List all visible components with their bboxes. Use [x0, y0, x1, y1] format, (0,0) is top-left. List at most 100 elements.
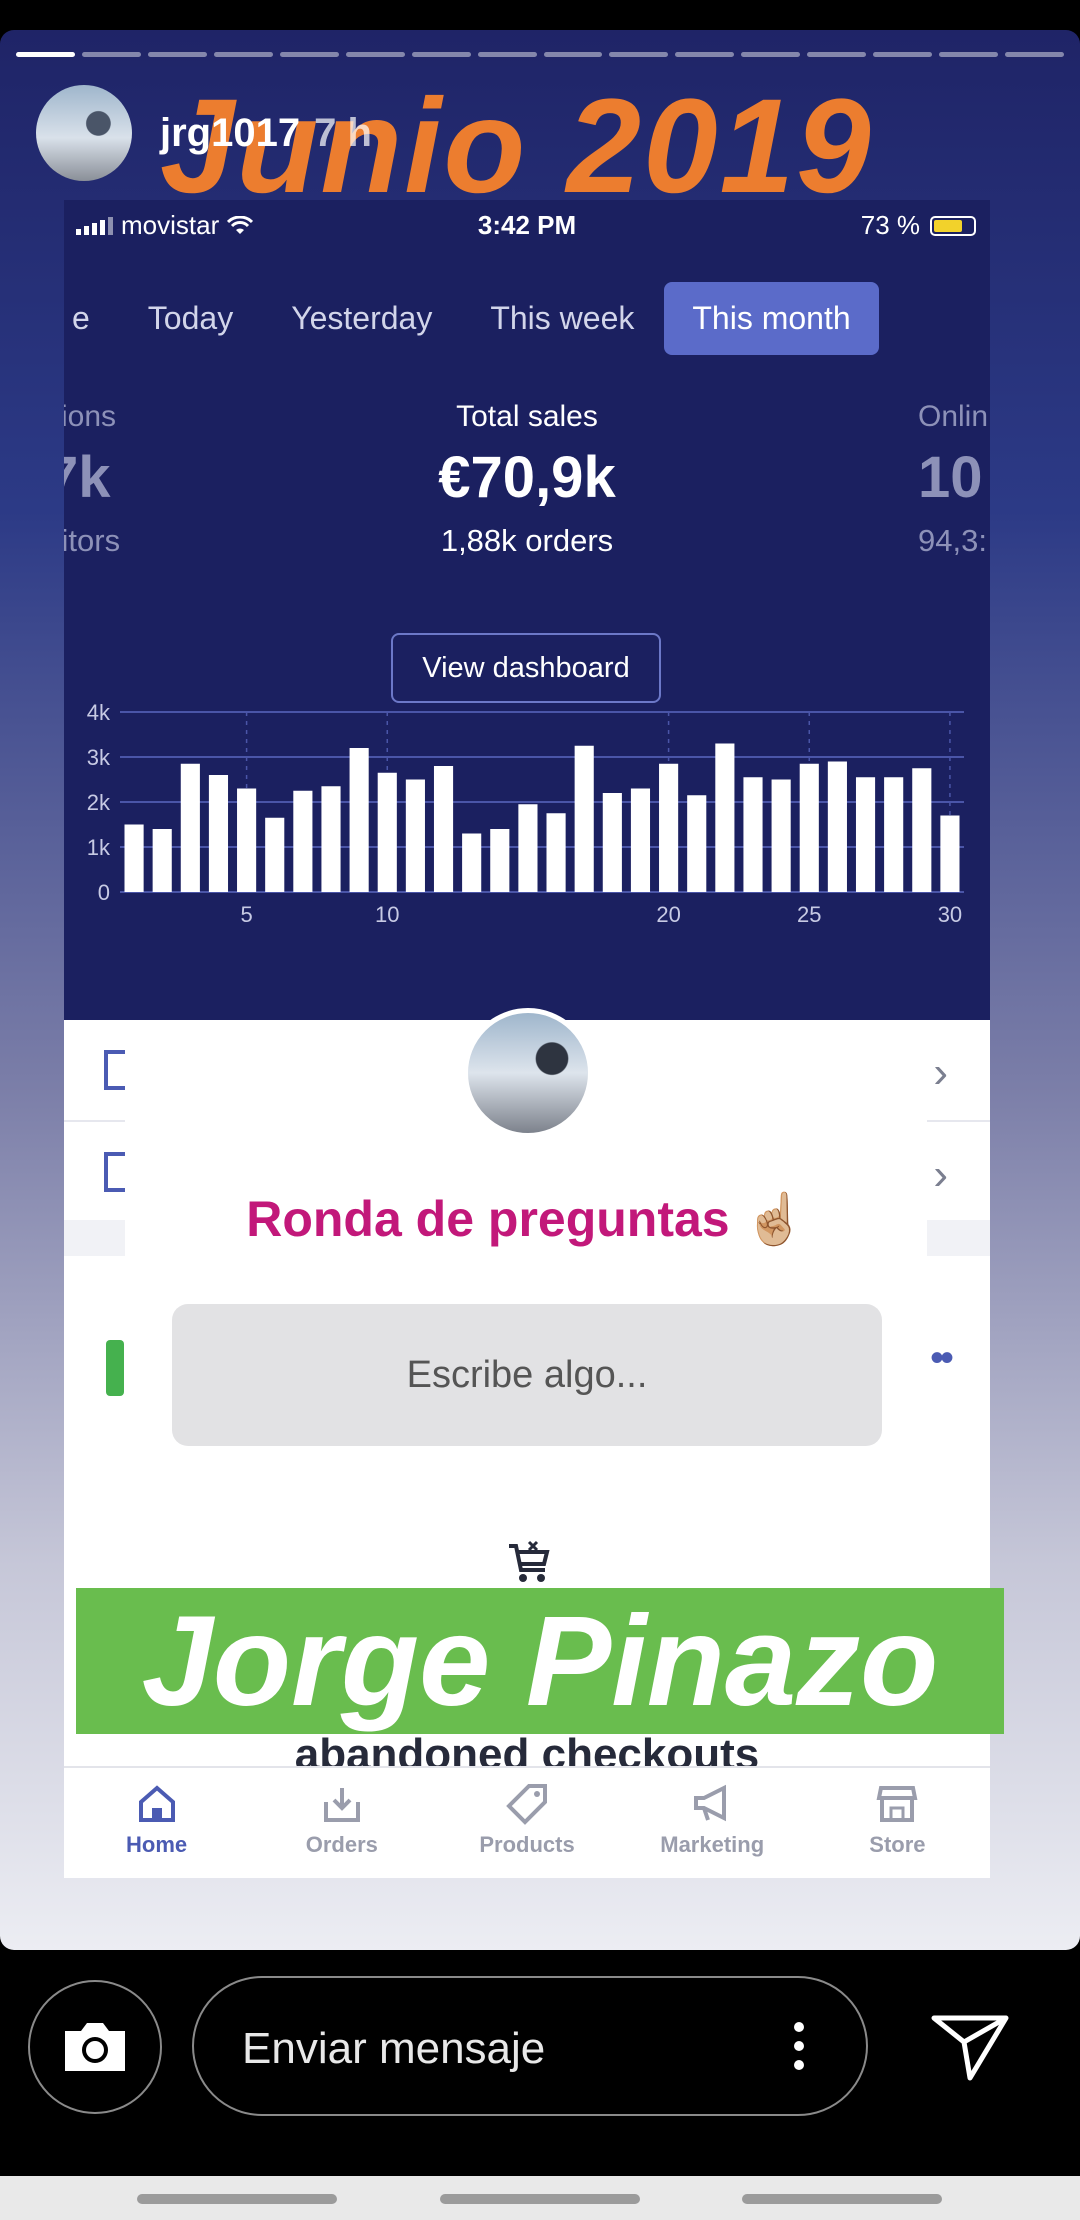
- story-time: 7 h: [314, 110, 372, 155]
- chart-bar[interactable]: [208, 775, 229, 892]
- status-badge: [106, 1340, 124, 1396]
- chart-bar[interactable]: [574, 745, 594, 892]
- sales-bar-chart: 0 1k 2k 3k 4k 5 10 20 25 30: [87, 700, 964, 927]
- chart-bar[interactable]: [799, 763, 819, 892]
- message-placeholder: Enviar mensaje: [242, 2024, 546, 2073]
- metric-sub: 94,3:: [918, 523, 987, 558]
- chart-bar[interactable]: [940, 815, 960, 893]
- message-input[interactable]: Enviar mensaje: [192, 1976, 868, 2116]
- progress-segment: [741, 52, 801, 57]
- profile-avatar[interactable]: [36, 85, 132, 181]
- chart-bar[interactable]: [433, 766, 454, 892]
- chart-bar[interactable]: [518, 804, 538, 892]
- system-nav-pill[interactable]: [440, 2194, 640, 2204]
- nav-marketing[interactable]: Marketing: [620, 1768, 805, 1878]
- x-tick-label: 20: [656, 902, 680, 927]
- question-input[interactable]: Escribe algo...: [172, 1304, 882, 1446]
- send-icon[interactable]: [930, 2012, 1010, 2082]
- progress-segment: [807, 52, 867, 57]
- more-icon[interactable]: ••: [930, 1336, 954, 1381]
- chart-bar[interactable]: [630, 788, 651, 893]
- nav-label: Marketing: [660, 1832, 765, 1857]
- chart-bar[interactable]: [124, 824, 144, 893]
- y-tick-label: 2k: [87, 790, 111, 815]
- chart-bar[interactable]: [771, 779, 791, 893]
- metric-online[interactable]: Onlin 10 94,3:: [918, 400, 988, 559]
- nav-orders[interactable]: Orders: [249, 1768, 434, 1878]
- progress-segment: [675, 52, 735, 57]
- chart-bar[interactable]: [546, 813, 566, 892]
- story-username[interactable]: jrg1017: [160, 111, 300, 156]
- nav-home[interactable]: Home: [64, 1768, 249, 1878]
- story-progress-bar: [16, 52, 1064, 57]
- story-frame: Junio 2019 jrg1017 7 h movistar 3:42 PM …: [0, 30, 1080, 1950]
- more-options-icon[interactable]: [794, 2022, 804, 2070]
- chart-bar[interactable]: [884, 777, 904, 892]
- message-composer: Enviar mensaje: [0, 1950, 1080, 2176]
- x-tick-label: 30: [938, 902, 962, 927]
- story-header: jrg1017 7 h: [36, 85, 372, 181]
- nav-label: Products: [479, 1832, 575, 1857]
- store-icon: [876, 1786, 918, 1822]
- tab-this-month[interactable]: This month: [664, 282, 879, 355]
- system-nav-pill[interactable]: [742, 2194, 942, 2204]
- progress-segment: [16, 52, 75, 57]
- y-tick-label: 3k: [87, 745, 111, 770]
- progress-segment: [147, 52, 207, 57]
- metric-value: 10: [918, 445, 983, 510]
- chart-bar[interactable]: [180, 763, 200, 892]
- chart-bar[interactable]: [602, 793, 622, 892]
- chart-bar[interactable]: [912, 768, 932, 892]
- cart-icon: [509, 1540, 550, 1582]
- chart-bar[interactable]: [377, 772, 397, 892]
- chart-bar[interactable]: [827, 761, 847, 893]
- system-nav-pill[interactable]: [137, 2194, 337, 2204]
- chart-bar[interactable]: [659, 763, 679, 892]
- chevron-right-icon: ›: [933, 1150, 948, 1199]
- nav-label: Orders: [305, 1832, 378, 1857]
- tab-partial[interactable]: e: [64, 282, 118, 355]
- chart-bar[interactable]: [293, 790, 313, 892]
- period-tabs: e Today Yesterday This week This month: [64, 282, 881, 355]
- tab-today[interactable]: Today: [120, 282, 261, 355]
- abandoned-checkouts-label: abandoned checkouts: [294, 1730, 760, 1768]
- progress-segment: [1005, 52, 1064, 57]
- questions-sticker-title: Ronda de preguntas ☝🏼: [246, 1191, 806, 1247]
- name-banner: Jorge Pinazo: [76, 1588, 1004, 1734]
- chart-bar[interactable]: [490, 829, 510, 892]
- chart-bar[interactable]: [687, 795, 707, 892]
- dashboard-header: movistar 3:42 PM 73 % e Today Yesterday …: [64, 200, 990, 1020]
- chart-bar[interactable]: [715, 743, 735, 893]
- chart-bar[interactable]: [237, 788, 257, 893]
- metric-label: Onlin: [918, 400, 989, 433]
- metric-sub: 1,88k orders: [440, 523, 614, 558]
- nav-label: Store: [869, 1832, 926, 1857]
- progress-segment: [543, 52, 603, 57]
- y-tick-label: 0: [98, 880, 110, 905]
- chart-bar[interactable]: [265, 817, 285, 892]
- sticker-avatar: [463, 1008, 593, 1138]
- chart-bar[interactable]: [405, 779, 425, 893]
- tab-this-week[interactable]: This week: [462, 282, 662, 355]
- orders-icon: [323, 1788, 360, 1822]
- metric-total-sales[interactable]: Total sales €70,9k 1,88k orders: [64, 400, 990, 559]
- progress-segment: [345, 52, 405, 57]
- progress-segment: [279, 52, 339, 57]
- view-dashboard-button[interactable]: View dashboard: [391, 633, 661, 703]
- chart-bar[interactable]: [855, 777, 876, 892]
- progress-segment: [411, 52, 471, 57]
- chart-bar[interactable]: [462, 833, 482, 893]
- nav-label: Home: [126, 1832, 188, 1857]
- megaphone-icon: [694, 1784, 727, 1822]
- chart-bar[interactable]: [349, 748, 369, 892]
- nav-products[interactable]: Products: [434, 1768, 619, 1878]
- chart-bar[interactable]: [321, 786, 341, 892]
- nav-store[interactable]: Store: [805, 1768, 990, 1878]
- progress-segment: [477, 52, 537, 57]
- chart-bar[interactable]: [743, 777, 763, 892]
- chart-bar[interactable]: [152, 829, 172, 892]
- y-tick-label: 1k: [87, 835, 111, 860]
- tab-yesterday[interactable]: Yesterday: [263, 282, 460, 355]
- bottom-nav: Home Orders Products Marketing Store: [64, 1766, 990, 1878]
- camera-button[interactable]: [28, 1980, 162, 2114]
